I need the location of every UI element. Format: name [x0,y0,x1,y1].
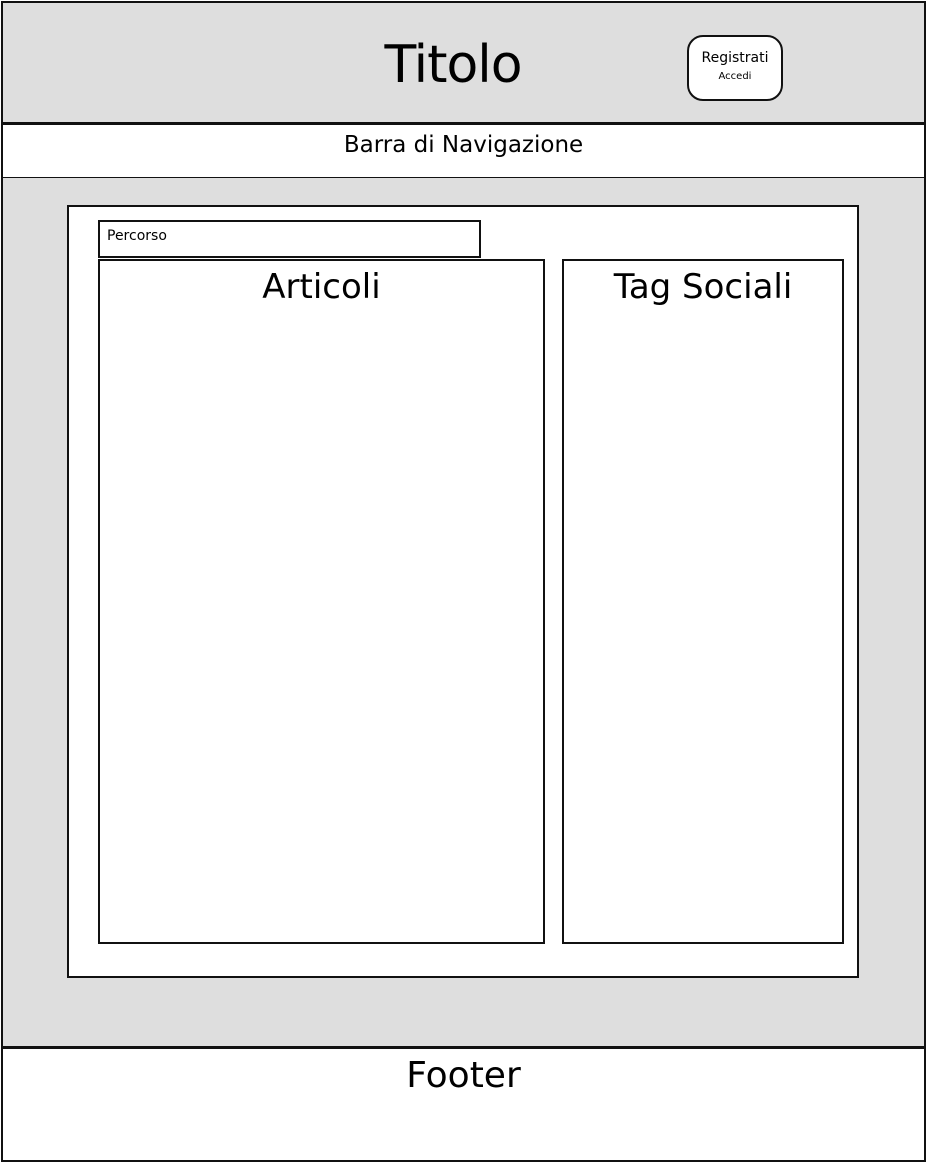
articles-panel: Articoli [98,259,545,944]
breadcrumb[interactable]: Percorso [98,220,481,258]
social-tags-panel: Tag Sociali [562,259,844,944]
page-title: Titolo [384,35,522,95]
navigation-bar-label[interactable]: Barra di Navigazione [3,129,924,161]
navigation-bar[interactable]: Barra di Navigazione [1,123,926,179]
register-link[interactable]: Registrati [689,49,781,67]
header: Titolo Registrati Accedi [1,1,926,124]
articles-title: Articoli [262,267,381,307]
login-link[interactable]: Accedi [689,70,781,84]
social-tags-title: Tag Sociali [613,267,793,307]
breadcrumb-label: Percorso [107,228,167,244]
footer-label: Footer [406,1055,521,1096]
footer: Footer [1,1047,926,1162]
auth-box: Registrati Accedi [687,35,783,101]
